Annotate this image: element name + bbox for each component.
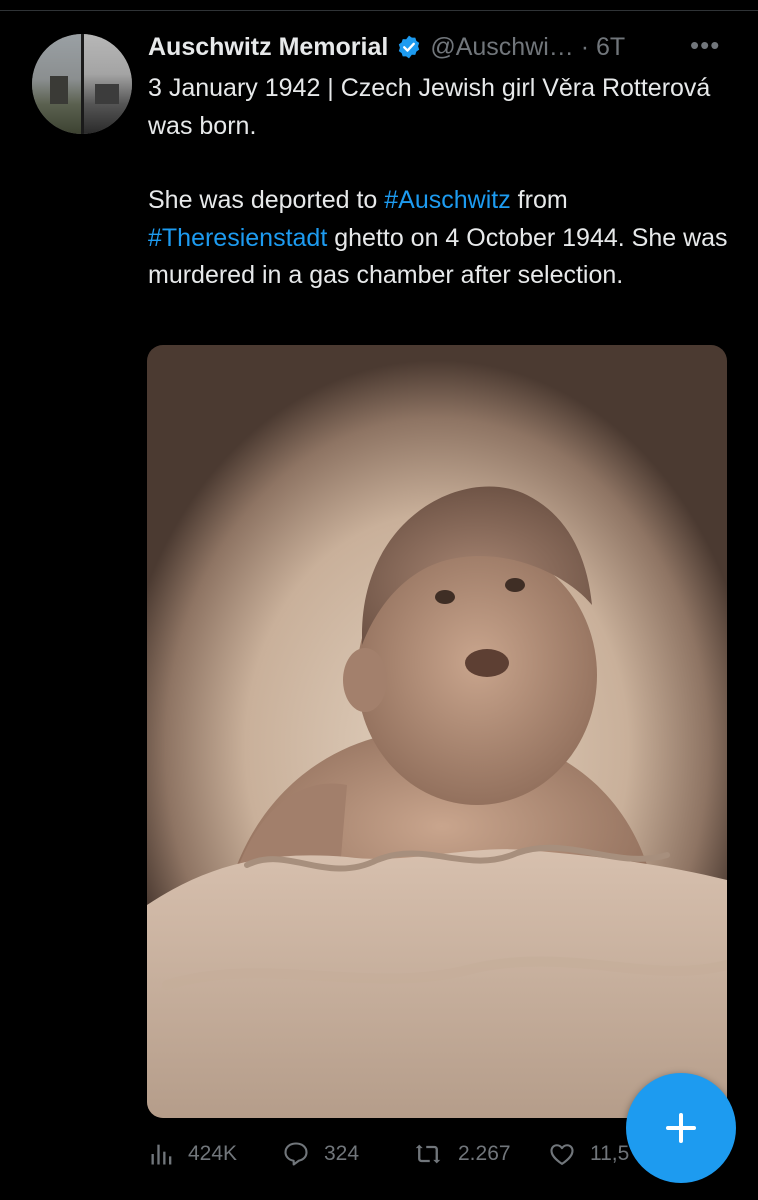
handle-and-time[interactable]: @Auschwi… · 6T [430, 33, 625, 62]
like-action[interactable]: 11,5 [546, 1136, 629, 1172]
verified-badge-icon [396, 34, 422, 60]
compose-button[interactable] [626, 1073, 736, 1183]
tweet-header: Auschwitz Memorial @Auschwi… · 6T [148, 30, 625, 64]
text-fragment: from [510, 186, 568, 214]
retweets-count: 2.267 [458, 1142, 511, 1165]
tweet-line-1: 3 January 1942 | Czech Jewish girl Věra … [148, 74, 711, 140]
text-fragment: She was deported to [148, 186, 385, 214]
reply-icon [284, 1142, 308, 1166]
author-name[interactable]: Auschwitz Memorial [148, 33, 388, 62]
views-count: 424K [188, 1142, 238, 1165]
baby-photo-illustration [147, 486, 727, 1118]
retweet-action[interactable]: 2.267 [410, 1136, 511, 1172]
plus-icon [666, 1113, 696, 1143]
more-options-icon[interactable]: ••• [690, 30, 720, 61]
avatar-tower-left [50, 76, 68, 104]
hashtag-auschwitz[interactable]: #Auschwitz [384, 186, 510, 214]
tweet-photo[interactable] [147, 345, 727, 1118]
retweet-icon [415, 1144, 441, 1164]
top-divider [0, 10, 758, 11]
views-action[interactable]: 424K [148, 1136, 237, 1172]
heart-icon [550, 1144, 574, 1165]
views-icon [151, 1144, 172, 1165]
replies-count: 324 [324, 1142, 360, 1165]
tweet-text: 3 January 1942 | Czech Jewish girl Věra … [148, 70, 738, 295]
hashtag-theresienstadt[interactable]: #Theresienstadt [148, 224, 327, 252]
likes-count: 11,5 [590, 1142, 630, 1165]
avatar[interactable] [32, 34, 132, 134]
avatar-tower-right [95, 84, 119, 104]
reply-action[interactable]: 324 [280, 1136, 359, 1172]
tweet-paragraph-2: She was deported to #Auschwitz from #Ther… [148, 182, 738, 295]
